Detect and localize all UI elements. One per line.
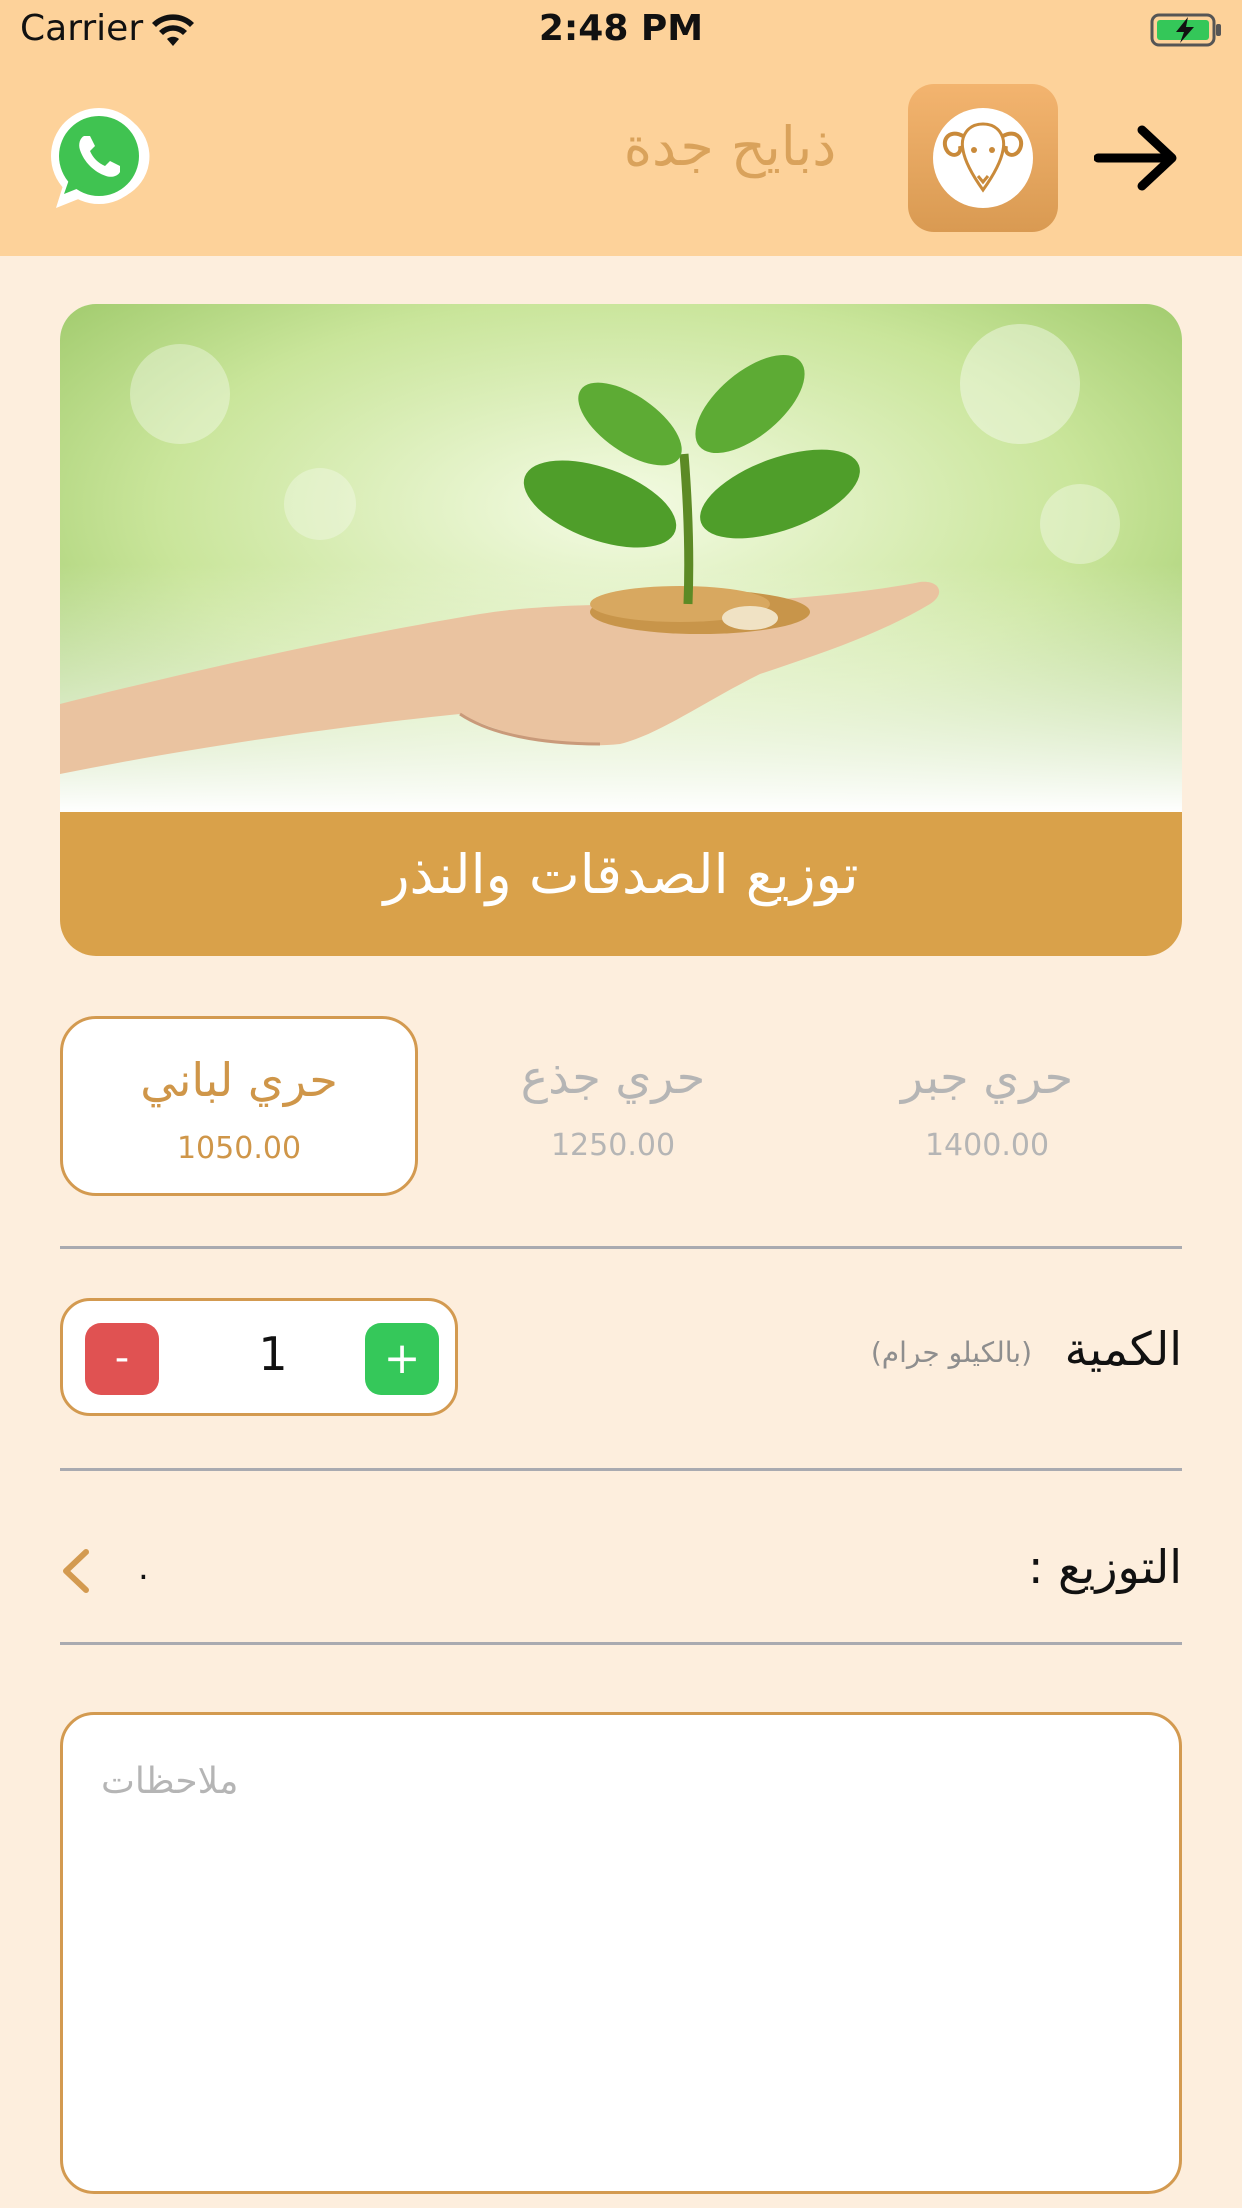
increase-button[interactable]: + xyxy=(365,1323,439,1395)
option-habri-lubnani[interactable]: حري لباني 1050.00 xyxy=(60,1016,418,1196)
decrease-button[interactable]: - xyxy=(85,1323,159,1395)
status-time: 2:48 PM xyxy=(538,8,704,49)
battery-charging-icon xyxy=(1150,13,1221,47)
ram-logo-icon xyxy=(933,108,1033,208)
page: Carrier 2:48 PM ذبايح جدة توزيع الصدقات … xyxy=(0,0,1242,2208)
product-card: توزيع الصدقات والنذر xyxy=(60,304,1182,956)
quantity-label: الكمية xyxy=(1064,1322,1182,1376)
option-price: 1250.00 xyxy=(550,1128,676,1163)
divider xyxy=(60,1642,1182,1645)
distribution-row[interactable]: التوزيع : . xyxy=(60,1520,1182,1620)
notes-field[interactable] xyxy=(60,1712,1182,2194)
header: Carrier 2:48 PM ذبايح جدة xyxy=(0,0,1242,256)
option-name: حري جذع xyxy=(520,1050,706,1104)
distribution-label: التوزيع : xyxy=(1027,1540,1182,1594)
divider xyxy=(60,1468,1182,1471)
quantity-value: 1 xyxy=(258,1327,288,1381)
option-name: حري جبر xyxy=(900,1050,1074,1104)
arrow-right-icon[interactable] xyxy=(1094,120,1180,196)
option-name: حري لباني xyxy=(140,1053,338,1107)
option-habri-jatha[interactable]: حري جذع 1250.00 xyxy=(434,1016,792,1196)
option-price: 1400.00 xyxy=(924,1128,1050,1163)
distribution-value: . xyxy=(138,1548,149,1588)
option-price: 1050.00 xyxy=(176,1131,302,1166)
banner-caption: توزيع الصدقات والنذر xyxy=(60,812,1182,956)
plant-in-hand-image xyxy=(60,304,1182,812)
size-options: حري لباني 1050.00 حري جذع 1250.00 حري جب… xyxy=(60,1016,1182,1196)
app-title: ذبايح جدة xyxy=(623,115,837,178)
logo xyxy=(908,84,1058,232)
option-habri-jabr[interactable]: حري جبر 1400.00 xyxy=(808,1016,1166,1196)
divider xyxy=(60,1246,1182,1249)
chevron-left-icon xyxy=(63,1549,89,1593)
quantity-unit: (بالكيلو جرام) xyxy=(870,1336,1032,1369)
whatsapp-button[interactable] xyxy=(46,104,152,212)
quantity-stepper: - 1 + xyxy=(60,1298,458,1416)
